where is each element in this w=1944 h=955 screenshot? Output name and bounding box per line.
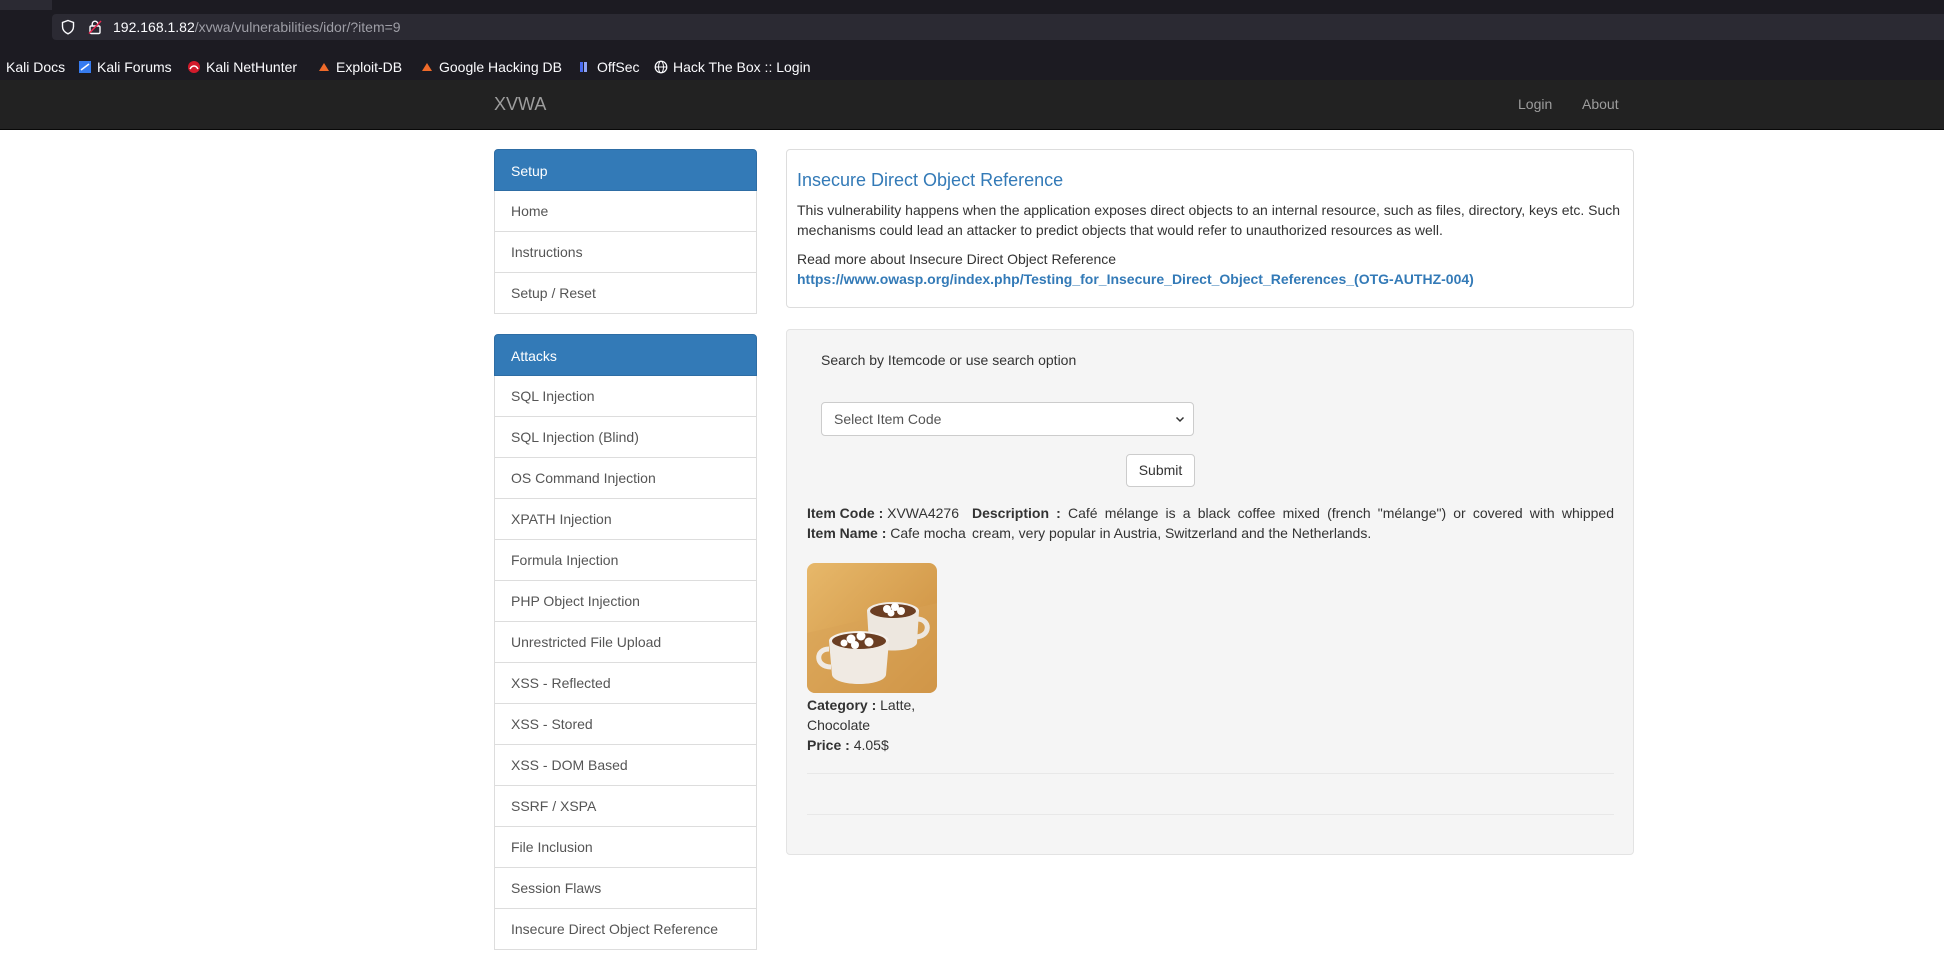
bookmark-label: Google Hacking DB xyxy=(439,59,562,75)
item-name-row: Item Name : Cafe mocha xyxy=(807,523,967,543)
nav-about[interactable]: About xyxy=(1582,96,1619,112)
site-navbar: XVWA Login About xyxy=(0,80,1944,130)
sidebar-item-formula-injection[interactable]: Formula Injection xyxy=(494,540,757,581)
bookmark-label: Kali Docs xyxy=(6,59,66,75)
sidebar-item-xss-reflected[interactable]: XSS - Reflected xyxy=(494,663,757,704)
item-price-value: 4.05$ xyxy=(853,737,889,753)
bookmark-label: Kali Forums xyxy=(97,59,172,75)
item-description-value: Café mélange is a black coffee mixed (fr… xyxy=(972,505,1614,541)
url-path: /xvwa/vulnerabilities/idor/?item=9 xyxy=(194,19,401,35)
divider xyxy=(807,773,1614,774)
sidebar-item-instructions[interactable]: Instructions xyxy=(494,232,757,273)
item-price-label: Price : xyxy=(807,737,850,753)
item-meta-top: Item Code : XVWA4276 Item Name : Cafe mo… xyxy=(807,503,967,543)
owasp-link[interactable]: https://www.owasp.org/index.php/Testing_… xyxy=(797,271,1474,287)
kali-nethunter-icon xyxy=(188,61,200,73)
search-panel: Search by Itemcode or use search option … xyxy=(786,329,1634,855)
sidebar-item-unrestricted-file-upload[interactable]: Unrestricted File Upload xyxy=(494,622,757,663)
search-label: Search by Itemcode or use search option xyxy=(821,352,1077,368)
item-description: Description : Café mélange is a black co… xyxy=(972,503,1614,543)
sidebar-item-xss-dom-based[interactable]: XSS - DOM Based xyxy=(494,745,757,786)
sidebar-item-file-inclusion[interactable]: File Inclusion xyxy=(494,827,757,868)
attacks-panel-heading: Attacks xyxy=(494,334,757,376)
sidebar-item-php-object-injection[interactable]: PHP Object Injection xyxy=(494,581,757,622)
select-value: Select Item Code xyxy=(834,411,942,427)
read-more-text: Read more about Insecure Direct Object R… xyxy=(797,251,1117,267)
bookmarks-toolbar: Kali Docs Kali Forums Kali NetHunter Exp… xyxy=(0,54,1944,80)
submit-button[interactable]: Submit xyxy=(1126,454,1195,487)
brand-link[interactable]: XVWA xyxy=(494,94,546,115)
sidebar-item-sql-injection-blind[interactable]: SQL Injection (Blind) xyxy=(494,417,757,458)
divider xyxy=(807,814,1614,815)
ghdb-icon xyxy=(422,63,432,71)
sidebar-item-ssrf-xspa[interactable]: SSRF / XSPA xyxy=(494,786,757,827)
sidebar-item-sql-injection[interactable]: SQL Injection xyxy=(494,376,757,417)
url-host: 192.168.1.82 xyxy=(113,19,195,35)
item-code-row: Item Code : XVWA4276 xyxy=(807,503,967,523)
item-image xyxy=(807,563,937,693)
sidebar-item-idor[interactable]: Insecure Direct Object Reference xyxy=(494,909,757,950)
kali-forums-icon xyxy=(79,61,91,73)
item-price-row: Price : 4.05$ xyxy=(807,735,967,755)
bookmark-hack-the-box[interactable]: Hack The Box :: Login xyxy=(654,58,810,76)
intro-description: This vulnerability happens when the appl… xyxy=(797,202,1621,238)
bookmark-google-hacking-db[interactable]: Google Hacking DB xyxy=(420,58,562,76)
item-description-label: Description : xyxy=(972,505,1061,521)
shield-icon[interactable] xyxy=(60,19,76,35)
bookmark-label: Exploit-DB xyxy=(336,59,403,75)
globe-icon xyxy=(654,60,668,74)
setup-panel-heading: Setup xyxy=(494,149,757,191)
item-code-label: Item Code : xyxy=(807,505,884,521)
bookmark-exploit-db[interactable]: Exploit-DB xyxy=(317,58,402,76)
bookmark-label: OffSec xyxy=(597,59,640,75)
sidebar-item-xss-stored[interactable]: XSS - Stored xyxy=(494,704,757,745)
intro-panel: Insecure Direct Object Reference This vu… xyxy=(786,149,1634,308)
bookmark-offsec[interactable]: OffSec xyxy=(578,58,640,76)
exploit-db-icon xyxy=(319,63,329,71)
item-code-value: XVWA4276 xyxy=(887,505,959,521)
item-code-select[interactable]: Select Item Code xyxy=(821,402,1194,436)
sidebar-item-home[interactable]: Home xyxy=(494,191,757,232)
sidebar-item-session-flaws[interactable]: Session Flaws xyxy=(494,868,757,909)
browser-toolbar: 192.168.1.82/xvwa/vulnerabilities/idor/?… xyxy=(0,0,1944,54)
bookmark-label: Kali NetHunter xyxy=(206,59,298,75)
lock-icon[interactable] xyxy=(87,19,103,35)
item-name-label: Item Name : xyxy=(807,525,887,541)
item-meta-bottom: Category : Latte, Chocolate Price : 4.05… xyxy=(807,695,967,755)
nav-login[interactable]: Login xyxy=(1518,96,1552,112)
page-title: Insecure Direct Object Reference xyxy=(797,170,1064,190)
bookmark-kali-nethunter[interactable]: Kali NetHunter xyxy=(187,58,297,76)
bookmark-kali-forums[interactable]: Kali Forums xyxy=(78,58,172,76)
url-text[interactable]: 192.168.1.82/xvwa/vulnerabilities/idor/?… xyxy=(113,18,401,36)
sidebar-item-setup-reset[interactable]: Setup / Reset xyxy=(494,273,757,314)
sidebar-item-xpath-injection[interactable]: XPATH Injection xyxy=(494,499,757,540)
chevron-down-icon xyxy=(1175,416,1185,423)
sidebar-item-os-command-injection[interactable]: OS Command Injection xyxy=(494,458,757,499)
item-category-row: Category : Latte, Chocolate xyxy=(807,695,967,735)
item-name-value: Cafe mocha xyxy=(890,525,966,541)
bookmark-kali-docs[interactable]: Kali Docs xyxy=(6,58,65,76)
item-category-label: Category : xyxy=(807,697,877,713)
tab-strip xyxy=(0,0,52,10)
offsec-icon xyxy=(580,62,587,72)
bookmark-label: Hack The Box :: Login xyxy=(673,59,811,75)
